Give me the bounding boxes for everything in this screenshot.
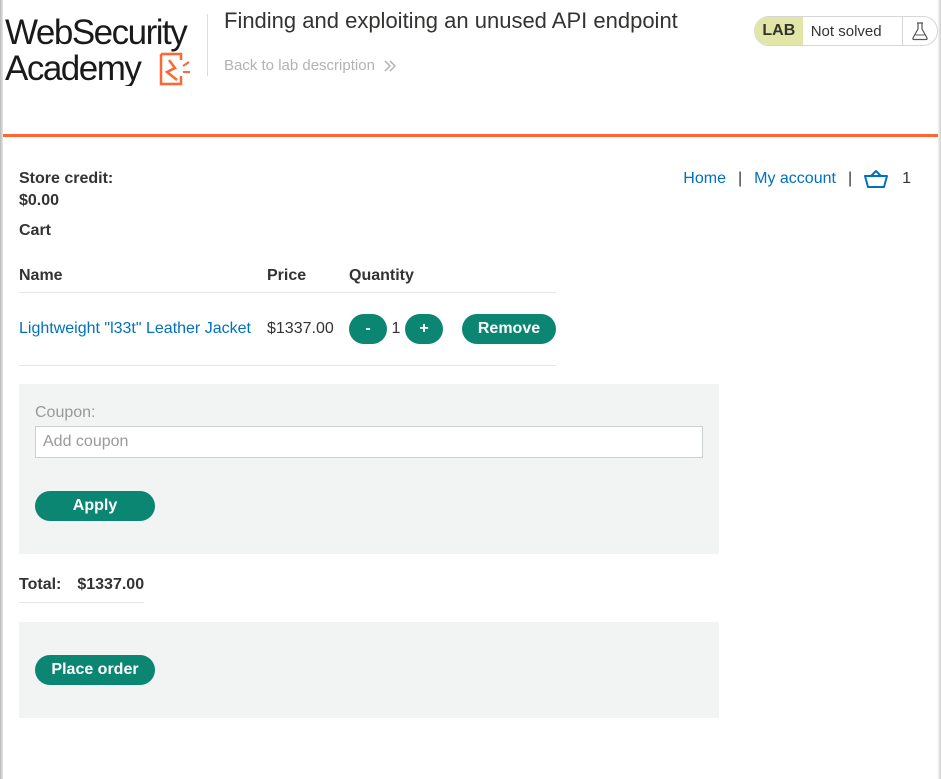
column-header-name: Name [19,262,267,293]
back-to-lab-description-link[interactable]: Back to lab description [224,57,397,74]
product-name-link[interactable]: Lightweight "l33t" Leather Jacket [19,320,251,337]
total-value: $1337.00 [77,576,145,593]
decrement-quantity-button[interactable]: - [349,314,387,344]
coupon-input[interactable] [35,426,703,458]
window-left-edge [0,0,3,779]
coupon-label: Coupon: [35,404,96,421]
back-link-label: Back to lab description [224,57,375,74]
lab-status-widget: LAB Not solved [754,16,938,46]
apply-coupon-button[interactable]: Apply [35,491,155,521]
cart-heading: Cart [19,222,52,239]
lab-status-text: Not solved [810,22,882,40]
lab-badge: LAB [755,17,803,45]
top-navigation: Home | My account | 1 [683,168,911,190]
store-credit-label: Store credit: [19,170,114,187]
cart-count: 1 [902,170,911,187]
cart-link[interactable]: 1 [864,168,911,190]
svg-text:WebSecurity: WebSecurity [5,13,188,52]
coupon-form: Coupon: Apply [19,384,719,554]
column-header-price: Price [267,262,349,293]
total-label: Total: [19,576,62,593]
header-accent-rule [3,134,938,137]
quantity-value: 1 [391,320,401,337]
column-header-actions [462,262,556,293]
table-row: Lightweight "l33t" Leather Jacket $1337.… [19,292,556,366]
column-header-quantity: Quantity [349,262,462,293]
cart-total: Total: $1337.00 [19,576,145,603]
web-security-academy-logo[interactable]: WebSecurity Academy [5,12,205,88]
cart-table: Name Price Quantity Lightweight "l33t" L… [19,262,556,366]
increment-quantity-button[interactable]: + [405,314,443,344]
place-order-button[interactable]: Place order [35,655,155,685]
basket-icon [864,170,889,188]
double-chevron-right-icon [384,59,396,72]
nav-my-account-link[interactable]: My account [754,168,836,190]
table-header-row: Name Price Quantity [19,262,556,293]
nav-separator: | [847,170,853,187]
quantity-stepper: -1 + [349,292,462,366]
lab-title: Finding and exploiting an unused API end… [224,8,678,33]
store-credit-value: $0.00 [19,192,60,209]
logo-graphic: WebSecurity Academy [5,13,190,88]
nav-home-link[interactable]: Home [683,168,726,190]
nav-separator: | [737,170,743,187]
flask-icon [902,17,937,45]
store-credit: Store credit: $0.00 [19,168,113,212]
product-price: $1337.00 [267,292,349,366]
checkout-form: Place order [19,622,719,718]
header-divider [207,14,208,76]
remove-item-button[interactable]: Remove [462,314,556,344]
svg-text:Academy: Academy [5,49,142,86]
